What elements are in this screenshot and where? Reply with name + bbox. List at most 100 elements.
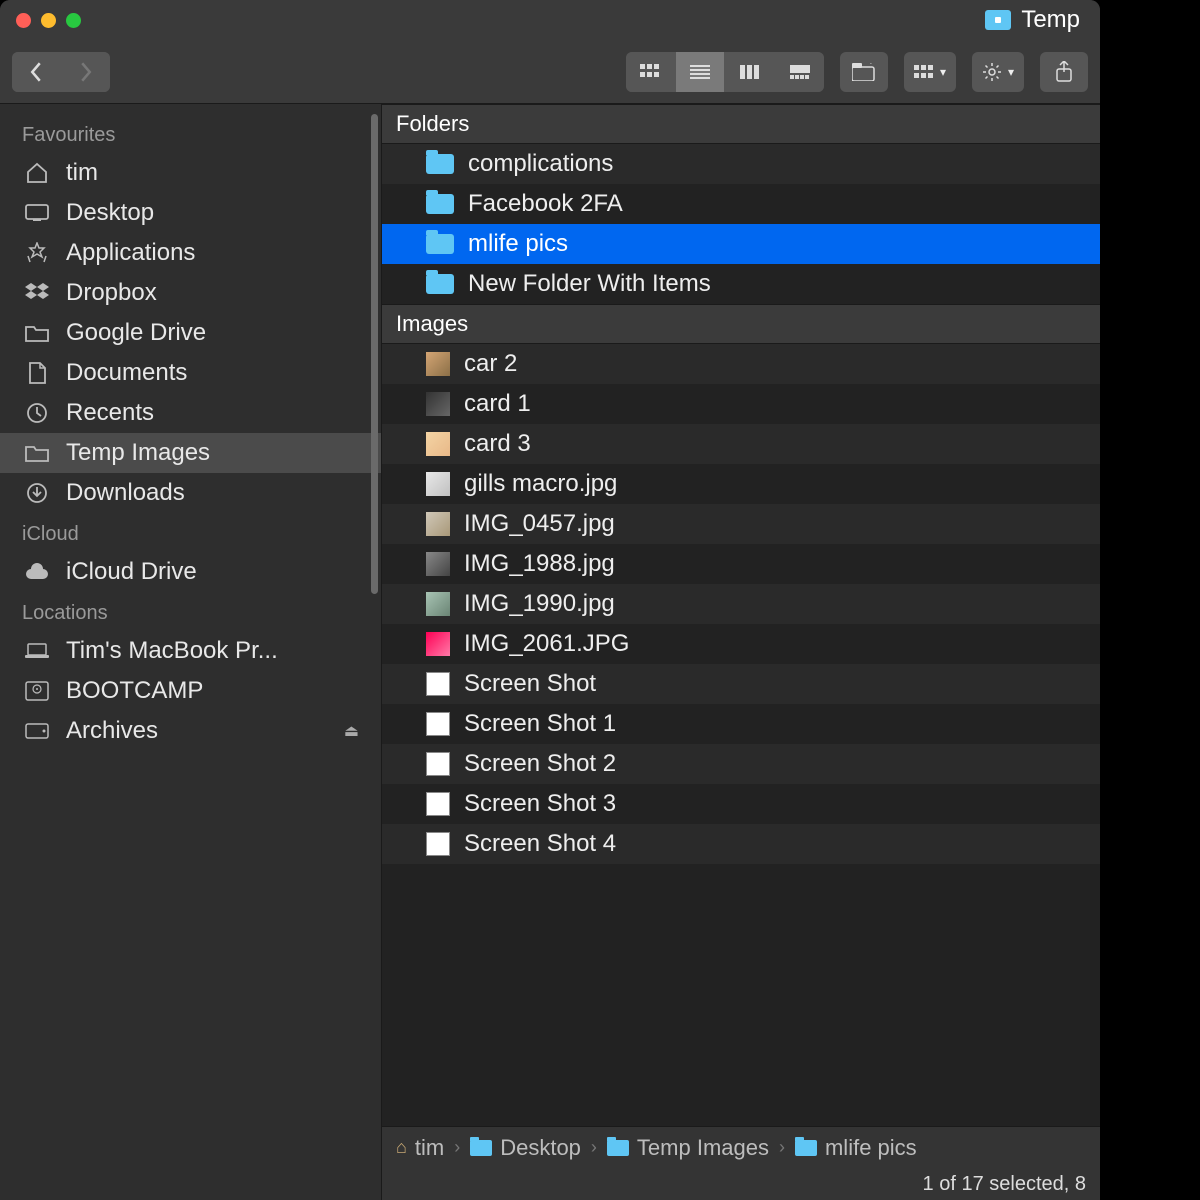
item-name: Screen Shot 2 xyxy=(464,750,616,778)
sidebar-item[interactable]: Tim's MacBook Pr... xyxy=(0,631,381,671)
eject-icon[interactable]: ⏏ xyxy=(344,721,359,741)
sidebar-item[interactable]: Downloads xyxy=(0,473,381,513)
image-thumbnail-icon xyxy=(426,392,450,416)
file-row[interactable]: card 3 xyxy=(382,424,1100,464)
item-name: complications xyxy=(468,150,613,178)
file-row[interactable]: Screen Shot 4 xyxy=(382,824,1100,864)
image-thumbnail-icon xyxy=(426,352,450,376)
sidebar-item-label: Applications xyxy=(66,239,195,267)
breadcrumb-separator-icon: › xyxy=(591,1137,597,1158)
item-name: card 3 xyxy=(464,430,531,458)
svg-text:+: + xyxy=(868,63,874,68)
sidebar-item[interactable]: Temp Images xyxy=(0,433,381,473)
file-row[interactable]: Screen Shot 1 xyxy=(382,704,1100,744)
sidebar-item[interactable]: tim xyxy=(0,153,381,193)
folder-icon xyxy=(22,444,52,462)
sidebar-item[interactable]: Recents xyxy=(0,393,381,433)
file-row[interactable]: IMG_0457.jpg xyxy=(382,504,1100,544)
recents-icon xyxy=(22,402,52,424)
documents-icon xyxy=(22,362,52,384)
file-row[interactable]: card 1 xyxy=(382,384,1100,424)
breadcrumb-item[interactable]: ⌂ tim xyxy=(396,1135,444,1161)
chevron-right-icon xyxy=(79,62,93,82)
column-view-button[interactable] xyxy=(726,52,774,92)
sidebar-item-label: Google Drive xyxy=(66,319,206,347)
icon-view-button[interactable] xyxy=(626,52,674,92)
folder-row[interactable]: mlife pics xyxy=(382,224,1100,264)
sidebar-item-label: iCloud Drive xyxy=(66,558,197,586)
folder-icon xyxy=(426,274,454,294)
home-icon xyxy=(22,162,52,184)
breadcrumb-label: mlife pics xyxy=(825,1135,917,1161)
image-thumbnail-icon xyxy=(426,672,450,696)
breadcrumb-item[interactable]: Temp Images xyxy=(607,1135,769,1161)
share-button[interactable] xyxy=(1040,52,1088,92)
home-icon: ⌂ xyxy=(396,1137,407,1158)
columns-icon xyxy=(740,65,760,79)
image-thumbnail-icon xyxy=(426,472,450,496)
view-mode-group xyxy=(626,52,824,92)
folder-icon xyxy=(426,194,454,214)
group-by-button[interactable]: ▾ xyxy=(904,52,956,92)
file-row[interactable]: Screen Shot xyxy=(382,664,1100,704)
sidebar-item[interactable]: Google Drive xyxy=(0,313,381,353)
share-icon xyxy=(1055,61,1073,83)
action-menu-button[interactable]: ▾ xyxy=(972,52,1024,92)
item-name: car 2 xyxy=(464,350,517,378)
file-list[interactable]: FolderscomplicationsFacebook 2FAmlife pi… xyxy=(382,104,1100,1126)
item-name: Screen Shot xyxy=(464,670,596,698)
image-thumbnail-icon xyxy=(426,712,450,736)
sidebar-item[interactable]: Desktop xyxy=(0,193,381,233)
file-row[interactable]: Screen Shot 3 xyxy=(382,784,1100,824)
breadcrumb-item[interactable]: mlife pics xyxy=(795,1135,917,1161)
cloud-icon xyxy=(22,563,52,581)
file-row[interactable]: IMG_1990.jpg xyxy=(382,584,1100,624)
breadcrumb-separator-icon: › xyxy=(779,1137,785,1158)
item-name: IMG_0457.jpg xyxy=(464,510,615,538)
minimize-button[interactable] xyxy=(41,13,56,28)
forward-button[interactable] xyxy=(62,52,110,92)
breadcrumb-item[interactable]: Desktop xyxy=(470,1135,581,1161)
traffic-lights xyxy=(16,13,81,28)
new-folder-button[interactable]: + xyxy=(840,52,888,92)
image-thumbnail-icon xyxy=(426,792,450,816)
sidebar-item-label: Tim's MacBook Pr... xyxy=(66,637,278,665)
close-button[interactable] xyxy=(16,13,31,28)
group-icon xyxy=(914,65,934,79)
back-button[interactable] xyxy=(12,52,60,92)
sidebar-item[interactable]: Archives⏏ xyxy=(0,711,381,751)
sidebar-item[interactable]: Documents xyxy=(0,353,381,393)
sidebar-item-label: Dropbox xyxy=(66,279,157,307)
folder-row[interactable]: New Folder With Items xyxy=(382,264,1100,304)
gallery-icon xyxy=(790,65,810,79)
folder-row[interactable]: complications xyxy=(382,144,1100,184)
desktop-icon xyxy=(22,204,52,222)
status-text: 1 of 17 selected, 8 xyxy=(923,1173,1086,1196)
file-row[interactable]: car 2 xyxy=(382,344,1100,384)
folder-icon xyxy=(426,234,454,254)
window-title-text: Temp xyxy=(1021,6,1080,34)
sidebar-item[interactable]: Applications xyxy=(0,233,381,273)
item-name: Screen Shot 1 xyxy=(464,710,616,738)
list-view-button[interactable] xyxy=(676,52,724,92)
image-thumbnail-icon xyxy=(426,552,450,576)
grid-icon xyxy=(640,64,660,80)
sidebar[interactable]: FavouritestimDesktopApplicationsDropboxG… xyxy=(0,104,382,1200)
item-name: gills macro.jpg xyxy=(464,470,617,498)
chevron-left-icon xyxy=(29,62,43,82)
breadcrumb-label: tim xyxy=(415,1135,444,1161)
gallery-view-button[interactable] xyxy=(776,52,824,92)
image-thumbnail-icon xyxy=(426,832,450,856)
sidebar-item[interactable]: Dropbox xyxy=(0,273,381,313)
file-row[interactable]: IMG_2061.JPG xyxy=(382,624,1100,664)
file-row[interactable]: IMG_1988.jpg xyxy=(382,544,1100,584)
zoom-button[interactable] xyxy=(66,13,81,28)
file-row[interactable]: Screen Shot 2 xyxy=(382,744,1100,784)
file-row[interactable]: gills macro.jpg xyxy=(382,464,1100,504)
path-bar[interactable]: ⌂tim›Desktop›Temp Images›mlife pics xyxy=(382,1126,1100,1168)
folder-row[interactable]: Facebook 2FA xyxy=(382,184,1100,224)
sidebar-item[interactable]: BOOTCAMP xyxy=(0,671,381,711)
disk-icon xyxy=(22,681,52,701)
sidebar-item[interactable]: iCloud Drive xyxy=(0,552,381,592)
item-name: IMG_2061.JPG xyxy=(464,630,629,658)
